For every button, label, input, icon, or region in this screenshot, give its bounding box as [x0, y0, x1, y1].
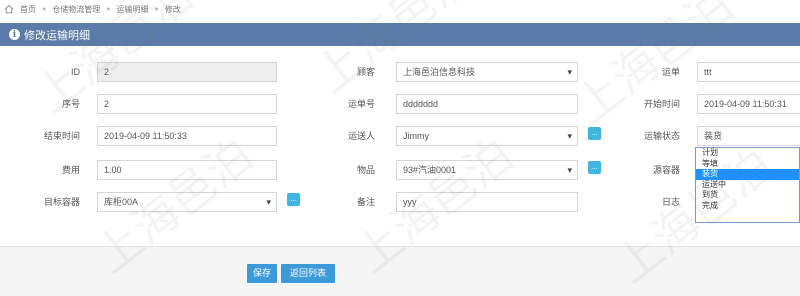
customer-select[interactable]: 上海邑泊信息科技 — [396, 62, 578, 82]
home-icon — [4, 4, 14, 14]
status-option[interactable]: 计划 — [696, 148, 799, 159]
end-time-label: 结束时间 — [43, 131, 80, 141]
status-option[interactable]: 等填 — [696, 159, 799, 170]
cost-field[interactable]: 1.00 — [97, 160, 277, 180]
status-option[interactable]: 到货 — [696, 190, 799, 201]
target-container-more-button[interactable]: ... — [287, 193, 300, 206]
start-time-field[interactable]: 2019-04-09 11:50:31 — [697, 94, 800, 114]
shipping-order-field[interactable]: ttt — [697, 62, 800, 82]
transport-status-select[interactable]: 装货 — [697, 126, 800, 146]
breadcrumb-separator-icon: ● — [42, 5, 47, 13]
transport-status-label: 运输状态 — [643, 131, 680, 141]
info-icon: i — [9, 29, 20, 40]
transporter-label: 运送人 — [347, 131, 375, 141]
status-option-selected[interactable]: 装货 — [696, 169, 799, 180]
breadcrumb-current: 修改 — [164, 4, 181, 14]
breadcrumb-warehouse[interactable]: 仓储物流管理 — [52, 4, 100, 15]
breadcrumb-home[interactable]: 首页 — [20, 4, 36, 15]
breadcrumb-transport-detail[interactable]: 运输明细 — [116, 4, 148, 15]
remark-field[interactable]: yyy — [396, 192, 578, 212]
end-time-field[interactable]: 2019-04-09 11:50:33 — [97, 126, 277, 146]
customer-label: 顾客 — [356, 67, 375, 77]
waybill-no-field[interactable]: ddddddd — [396, 94, 578, 114]
cost-label: 费用 — [61, 165, 80, 175]
panel-title: 修改运输明细 — [24, 29, 90, 42]
item-select[interactable]: 93#汽油0001 — [396, 160, 578, 180]
status-dropdown-list[interactable]: 计划 等填 装货 运送中 到货 完成 — [695, 147, 800, 223]
start-time-label: 开始时间 — [643, 99, 680, 109]
transporter-more-button[interactable]: ... — [588, 127, 601, 140]
back-to-list-button[interactable]: 返回列表 — [281, 264, 335, 283]
shipping-order-label: 运单 — [661, 67, 680, 77]
seq-field[interactable]: 2 — [97, 94, 277, 114]
waybill-no-label: 运单号 — [347, 99, 375, 109]
id-field: 2 — [97, 62, 277, 82]
panel-header: i 修改运输明细 — [0, 23, 800, 46]
transporter-select[interactable]: Jimmy — [396, 126, 578, 146]
item-label: 物品 — [356, 165, 375, 175]
status-option[interactable]: 运送中 — [696, 180, 799, 191]
breadcrumb-separator-icon: ● — [106, 5, 111, 13]
status-option[interactable]: 完成 — [696, 201, 799, 212]
target-container-label: 目标容器 — [43, 197, 80, 207]
log-label: 日志 — [661, 197, 680, 207]
item-more-button[interactable]: ... — [588, 161, 601, 174]
remark-label: 备注 — [356, 197, 375, 207]
form-footer — [0, 246, 800, 296]
source-container-label: 源容器 — [652, 165, 680, 175]
target-container-select[interactable]: 库柜00A — [97, 192, 277, 212]
breadcrumb-separator-icon: ● — [154, 5, 159, 13]
seq-label: 序号 — [61, 99, 80, 109]
id-label: ID — [71, 67, 80, 77]
breadcrumb: 首页 ● 仓储物流管理 ● 运输明细 ● 修改 — [4, 2, 181, 16]
save-button[interactable]: 保存 — [247, 264, 277, 283]
